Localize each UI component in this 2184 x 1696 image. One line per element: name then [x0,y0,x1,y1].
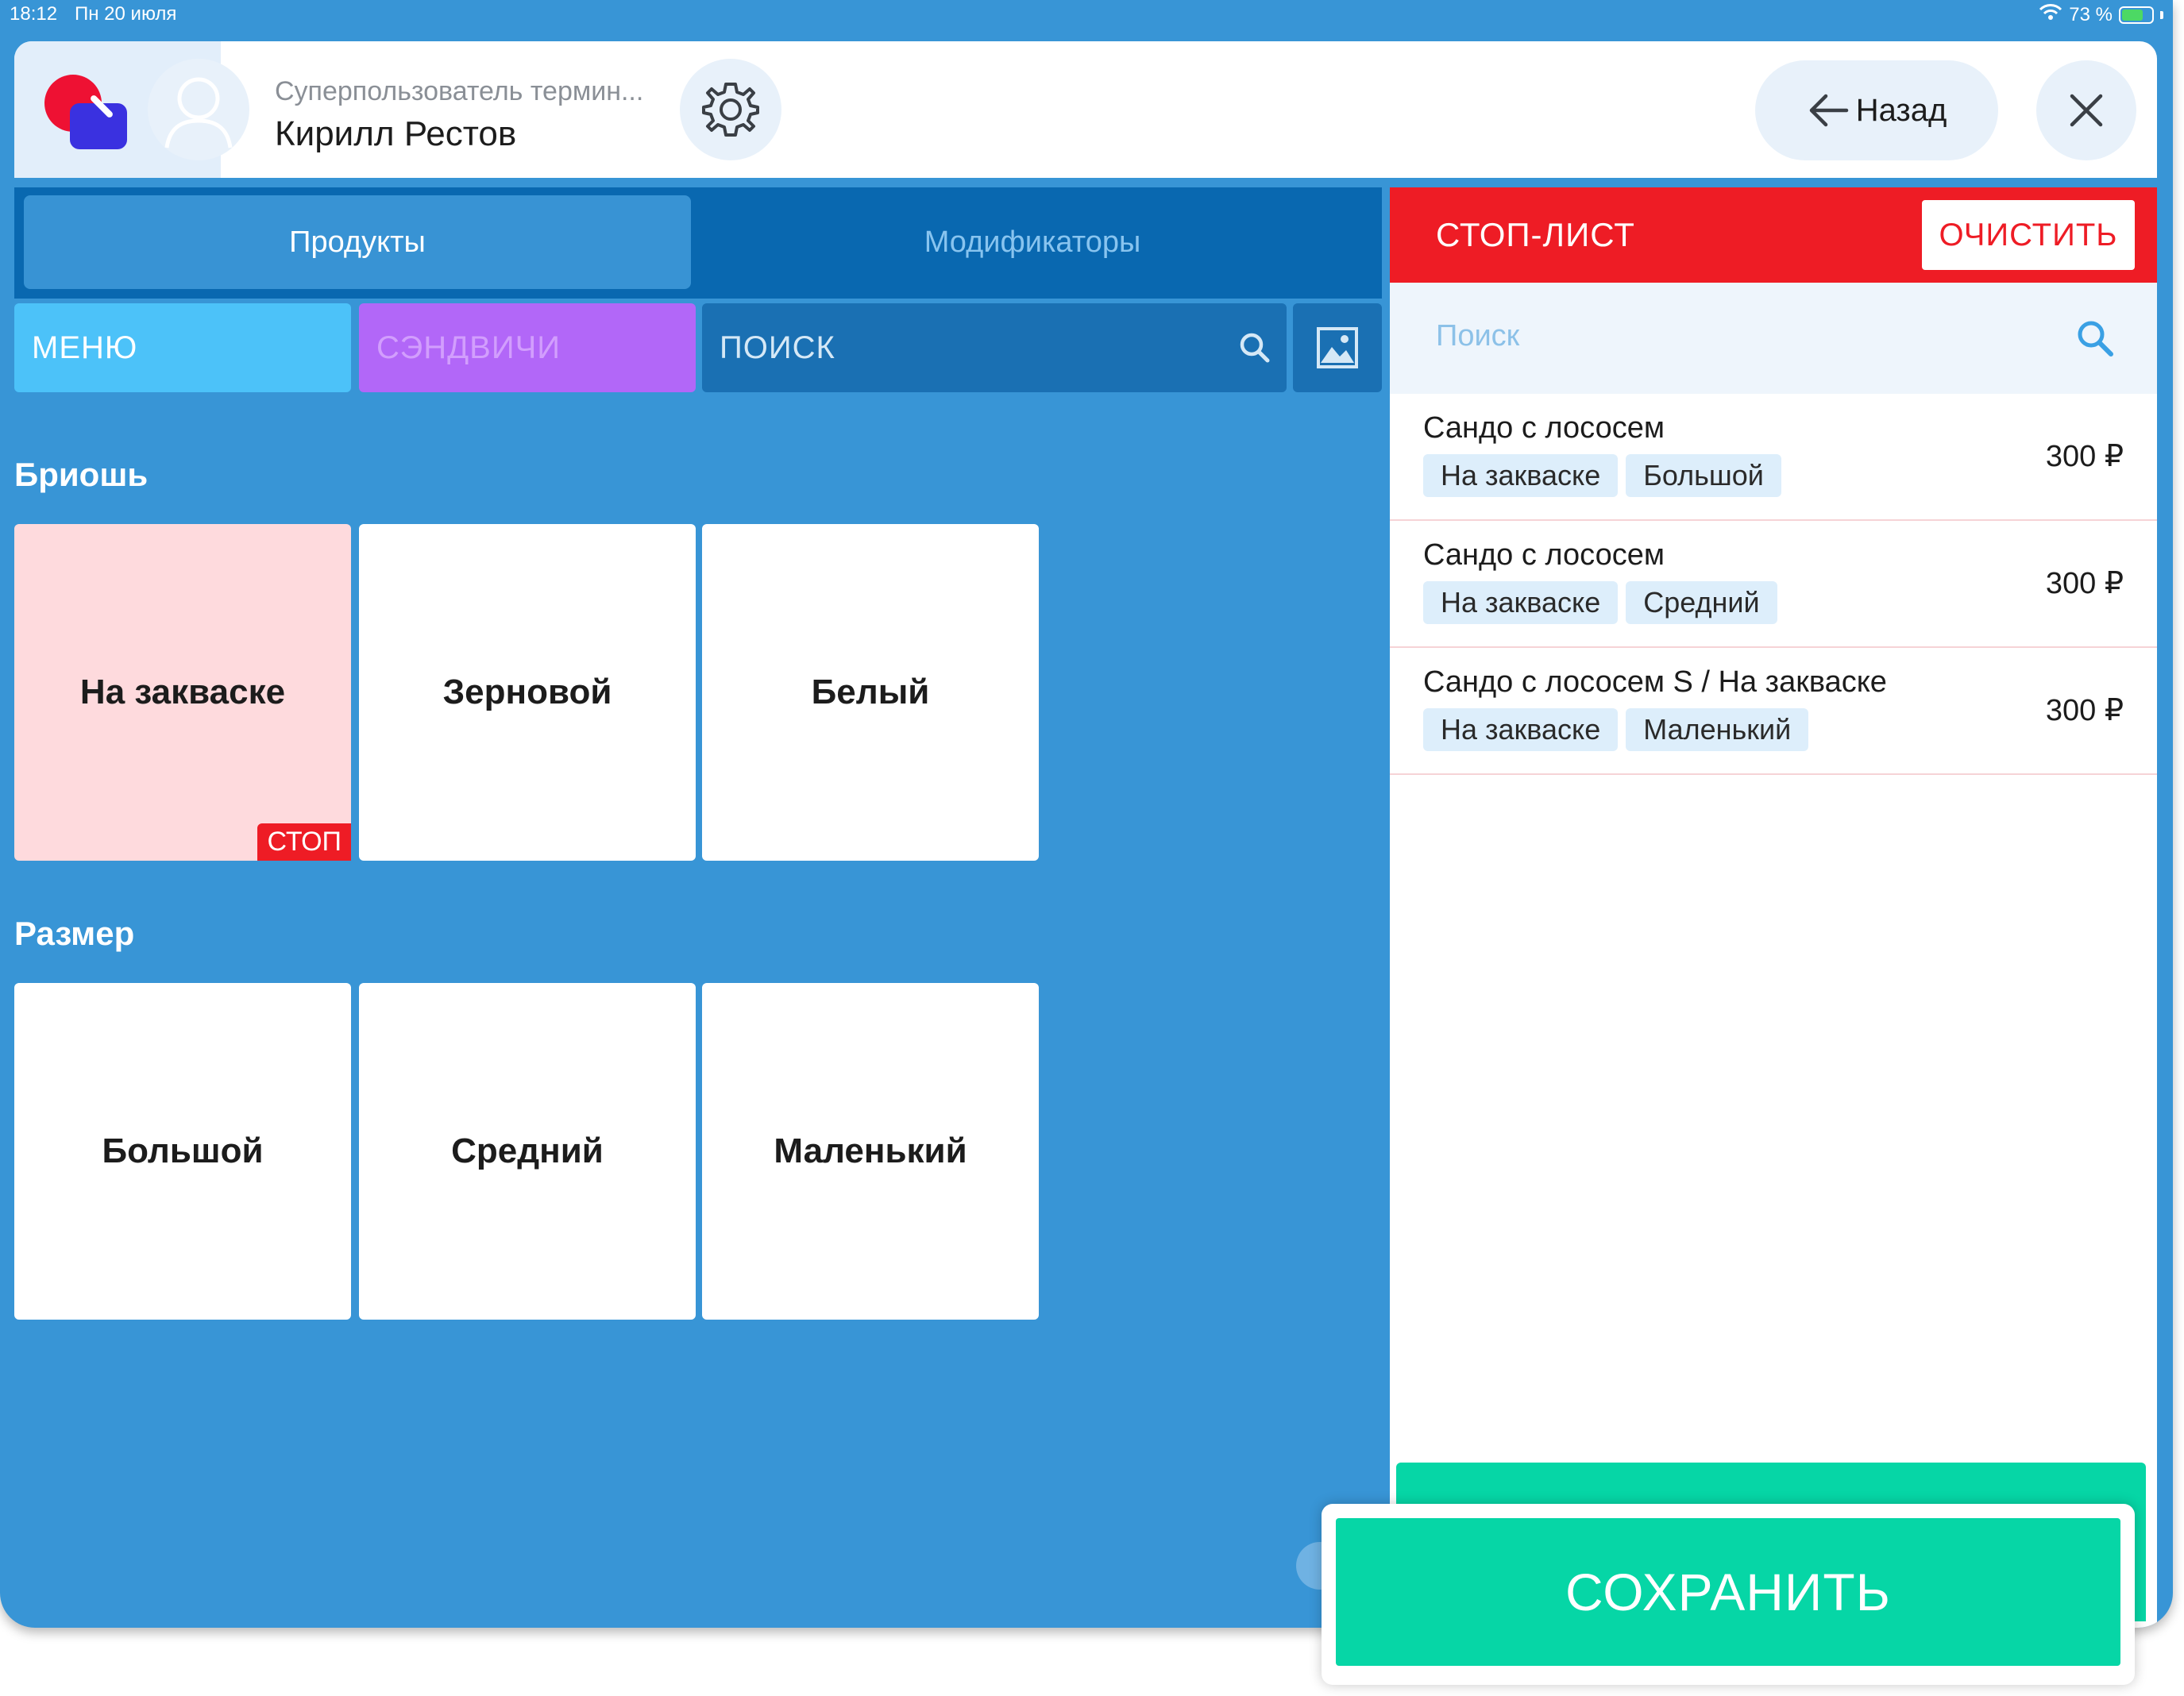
filter-menu[interactable]: МЕНЮ [14,303,351,392]
stop-item-tags: На закваске Большой [1423,454,1781,497]
wifi-icon [2039,3,2062,26]
filter-sandwiches-label: СЭНДВИЧИ [376,330,561,365]
product-search-placeholder: ПОИСК [720,330,835,365]
search-icon [1240,333,1270,363]
stop-item-tag: На закваске [1423,581,1619,624]
battery-icon [2119,6,2154,24]
tile-white[interactable]: Белый [702,524,1039,861]
tile-large[interactable]: Большой [14,983,351,1320]
image-icon [1317,327,1358,368]
battery-fill [2122,9,2143,21]
stop-list-item[interactable]: Сандо с лососем На закваске Большой 300 … [1390,394,2157,521]
product-search-input[interactable]: ПОИСК [702,303,1287,392]
stop-item-tags: На закваске Средний [1423,581,1777,624]
stop-list-panel: СТОП-ЛИСТ ОЧИСТИТЬ Поиск Сандо с лососем… [1390,187,2157,1628]
save-button[interactable]: СОХРАНИТЬ [1336,1518,2120,1666]
stop-item-name: Сандо с лососем S / На закваске [1423,665,1887,699]
tile-label: На закваске [79,673,286,711]
settings-button[interactable] [680,59,781,160]
tab-products[interactable]: Продукты [24,195,691,289]
stop-badge: СТОП [257,823,351,861]
stop-item-tag: Большой [1626,454,1781,497]
stop-item-price: 300 ₽ [2045,567,2124,600]
tile-label: Зерновой [442,673,612,711]
status-right: 73 % [2039,3,2163,26]
stop-item-tag: Маленький [1626,708,1809,751]
user-role: Суперпользователь термин... [275,76,644,106]
stop-list-header: СТОП-ЛИСТ ОЧИСТИТЬ [1390,187,2157,283]
stop-list-title: СТОП-ЛИСТ [1436,216,1635,253]
battery-tip [2160,10,2163,19]
stop-list-item[interactable]: Сандо с лососем S / На закваске На заква… [1390,648,2157,775]
stop-item-tag: На закваске [1423,454,1619,497]
close-button[interactable] [2036,60,2136,160]
stop-item-price: 300 ₽ [2045,440,2124,473]
tabs-bar: Продукты Модификаторы [14,187,1382,299]
logo-icon-square [70,103,127,149]
stop-list-search-placeholder: Поиск [1436,319,1520,353]
avatar-icon [164,77,233,148]
stop-item-tags: На закваске Маленький [1423,708,1809,751]
section-title-brioche: Бриошь [14,456,149,493]
section-title-size: Размер [14,915,135,952]
search-icon [2078,321,2113,357]
battery-percent: 73 % [2069,3,2113,25]
save-button-frame: СОХРАНИТЬ [1322,1504,2135,1685]
header: Суперпользователь термин... Кирилл Ресто… [14,41,2157,178]
user-name: Кирилл Рестов [275,114,517,153]
tab-modifiers[interactable]: Модификаторы [691,195,1374,289]
status-date: Пн 20 июля [75,3,177,25]
tile-label: Белый [811,673,930,711]
tile-label: Средний [451,1131,604,1170]
stop-list-item[interactable]: Сандо с лососем На закваске Средний 300 … [1390,521,2157,648]
avatar[interactable] [148,59,249,160]
arrow-left-icon [1809,94,1848,127]
status-time: 18:12 [10,3,58,25]
tile-small[interactable]: Маленький [702,983,1039,1320]
image-view-button[interactable] [1293,303,1382,392]
app-screen: 18:12 Пн 20 июля 73 % Суперпользователь … [0,0,2173,1628]
tile-label: Маленький [774,1131,967,1170]
close-icon [2070,94,2103,127]
back-label: Назад [1855,92,1947,128]
back-button[interactable]: Назад [1755,60,1998,160]
gear-icon [702,83,759,137]
tile-medium[interactable]: Средний [359,983,696,1320]
filter-menu-label: МЕНЮ [32,330,138,365]
stop-item-price: 300 ₽ [2045,694,2124,727]
tile-sourdough[interactable]: На закваске СТОП [14,524,351,861]
stop-item-tag: Средний [1626,581,1777,624]
tile-grain[interactable]: Зерновой [359,524,696,861]
stop-item-tag: На закваске [1423,708,1619,751]
status-bar: 18:12 Пн 20 июля 73 % [0,0,2173,33]
stop-list-search-input[interactable]: Поиск [1390,283,2157,394]
stop-item-name: Сандо с лососем [1423,538,1665,572]
tile-label: Большой [102,1131,264,1170]
stop-item-name: Сандо с лососем [1423,411,1665,445]
clear-button[interactable]: ОЧИСТИТЬ [1922,200,2135,270]
filter-sandwiches[interactable]: СЭНДВИЧИ [359,303,696,392]
